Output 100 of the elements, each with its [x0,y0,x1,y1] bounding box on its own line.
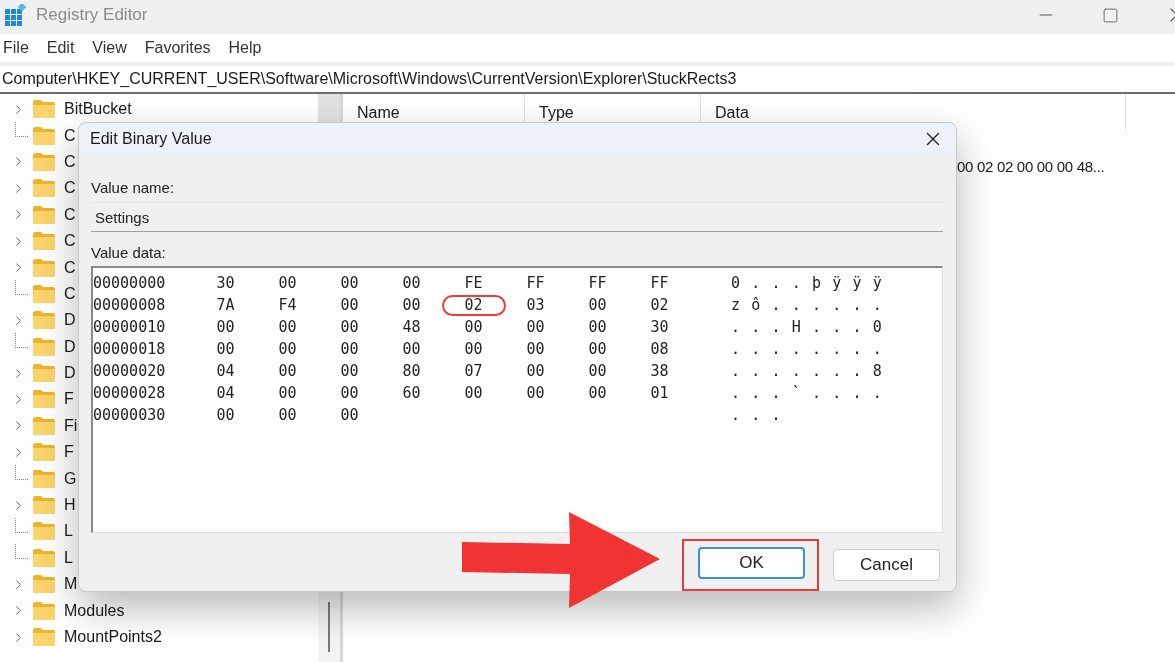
tree-item[interactable]: C [64,284,76,303]
address-bar[interactable]: Computer\HKEY_CURRENT_USER\Software\Microsoft\Windows\CurrentVersion\Explorer\StuckRects3 [0,66,1175,94]
folder-icon [32,389,56,410]
dialog-title: Edit Binary Value [90,130,212,148]
menu-item[interactable]: File [2,39,39,57]
ascii-text: z ô . . . . . . [731,296,883,314]
ascii-text: . . . . . . . 8 [731,362,883,380]
folder-icon [32,151,56,172]
hex-byte: 00 [277,404,298,426]
ascii-text: . . . ` . . . . [731,384,883,402]
folder-icon [32,442,56,463]
table-cell: 00 02 02 00 00 00 48... [957,158,1105,175]
field-label: Value data: [91,244,166,261]
hex-byte: 00 [339,316,360,338]
hex-byte: 08 [649,338,670,360]
folder-icon [32,257,56,278]
hex-byte: FF [525,272,546,294]
tree-item[interactable]: BitBucket [64,100,132,119]
hex-byte: 00 [463,316,484,338]
tree-item[interactable]: Modules [64,601,125,620]
tree-item[interactable]: C [64,126,76,145]
maximize-icon[interactable] [1102,6,1119,24]
tree-item[interactable]: D [64,311,76,330]
folder-icon [32,547,56,568]
hex-byte: 00 [339,382,360,404]
hex-byte: 00 [587,338,608,360]
offset-text: 00000020 [93,362,166,380]
tree-item[interactable]: D [64,337,76,356]
hex-byte: 04 [215,360,236,382]
tree-item[interactable]: G [64,469,77,488]
hex-byte: 00 [277,360,298,382]
hex-byte: 02 [649,294,670,316]
menu-item[interactable]: Favorites [143,39,221,57]
tree-item[interactable]: C [64,152,76,171]
value-name-field[interactable]: Settings [91,202,943,232]
ascii-text: 0 . . . þ ÿ ÿ ÿ [731,274,883,292]
menu-item[interactable]: View [91,39,137,57]
tree-item[interactable]: M [64,575,78,594]
hex-byte: 00 [587,316,608,338]
folder-icon [32,415,56,436]
folder-icon [32,495,56,516]
dialog-button[interactable]: Cancel [833,549,940,581]
hex-byte: 01 [649,382,670,404]
tree-item[interactable]: C [64,232,76,251]
hex-byte: 00 [525,338,546,360]
folder-icon [32,99,56,120]
hex-byte: 02 [441,294,506,316]
hex-byte: 00 [587,382,608,404]
offset-text: 00000018 [93,340,166,358]
hex-byte: 30 [649,316,670,338]
menu-item[interactable]: Edit [45,39,85,57]
offset-text: 00000028 [93,384,166,402]
hex-byte: 04 [215,382,236,404]
hex-byte: 00 [401,294,422,316]
folder-icon [32,204,56,225]
hex-byte: 00 [339,360,360,382]
offset-text: 00000010 [93,318,166,336]
registry-icon [4,4,26,26]
hex-byte: 00 [215,338,236,360]
hex-byte: 00 [277,272,298,294]
hex-byte: 00 [277,316,298,338]
tree-item[interactable]: L [64,522,73,541]
hex-byte: FF [649,272,670,294]
tree-item[interactable]: F [64,390,74,409]
hex-byte: 00 [401,338,422,360]
tree-item[interactable]: MountPoints2 [64,628,162,646]
tree-item[interactable]: C [64,205,76,224]
folder-icon [32,310,56,331]
hex-byte: 00 [401,272,422,294]
tree-item[interactable]: Fi [64,416,78,435]
dialog-button[interactable]: OK [698,547,805,579]
tree-item[interactable]: F [64,443,74,462]
hex-byte: 00 [215,316,236,338]
hex-byte: 00 [339,294,360,316]
hex-byte: 00 [525,360,546,382]
hex-byte: 00 [587,360,608,382]
hex-byte: 48 [401,316,422,338]
hex-byte: 80 [401,360,422,382]
window-title: Registry Editor [36,5,148,25]
offset-text: 00000008 [93,296,166,314]
hex-byte: 00 [587,294,608,316]
hex-byte: 00 [215,404,236,426]
hex-byte: 60 [401,382,422,404]
menu-item[interactable]: Help [227,39,272,57]
folder-icon [32,178,56,199]
tree-item[interactable]: H [64,496,76,515]
tree-item[interactable]: C [64,258,76,277]
tree-item[interactable]: D [64,364,76,383]
folder-icon [32,125,56,146]
folder-icon [32,336,56,357]
tree-item[interactable]: C [64,179,76,198]
hex-editor[interactable] [91,266,943,533]
offset-text: 00000030 [93,406,166,424]
folder-icon [32,574,56,595]
hex-byte: 03 [525,294,546,316]
field-label: Value name: [91,179,175,196]
folder-icon [32,468,56,489]
folder-icon [32,363,56,384]
ascii-text: . . . [731,406,782,424]
tree-item[interactable]: L [64,548,73,567]
